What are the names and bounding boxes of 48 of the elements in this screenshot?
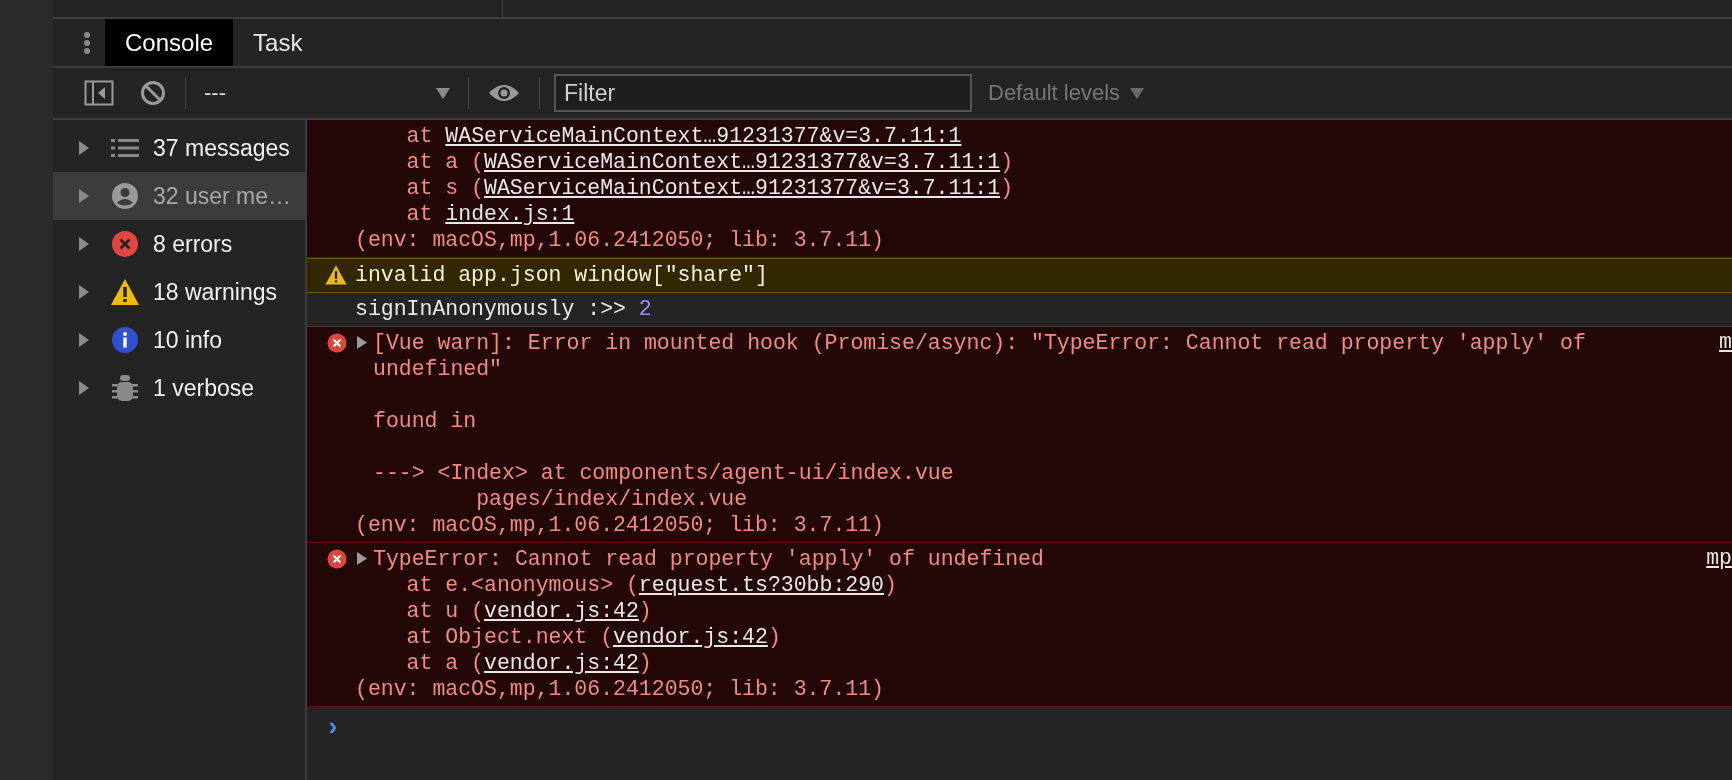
message-text: at a (vendor.js:42) — [405, 650, 652, 676]
message-text: [Vue warn]: Error in mounted hook (Promise/async): "TypeError: Cannot read property 'apply' of undefined" found in ---> <Index> at components/agent-ui/index.vue pages/index/index.vue — [373, 330, 1587, 512]
sidebar-toggle-icon[interactable] — [84, 80, 114, 106]
prompt-chevron: › — [325, 713, 341, 743]
context-dropdown[interactable]: --- — [192, 80, 462, 106]
expand-arrow-icon[interactable] — [357, 336, 367, 349]
expand-arrow-icon — [79, 381, 89, 395]
message-text: signInAnonymously :>> 2 — [355, 296, 652, 322]
message-text: at index.js:1 — [405, 201, 575, 227]
bug-icon — [112, 374, 138, 402]
sidebar-item[interactable]: 37 messages — [53, 124, 305, 172]
source-link[interactable]: mp — [1706, 546, 1732, 702]
message-text: (env: macOS,mp,1.06.2412050; lib: 3.7.11) — [355, 512, 884, 538]
clear-console-icon[interactable] — [140, 80, 166, 106]
filter-field[interactable]: Filter — [554, 74, 972, 112]
message-text: at u (vendor.js:42) — [405, 598, 652, 624]
caret-icon — [436, 87, 450, 99]
expand-arrow-icon — [79, 237, 89, 251]
eye-icon[interactable] — [488, 83, 520, 103]
sidebar-item[interactable]: 18 warnings — [53, 268, 305, 316]
more-options-icon[interactable] — [83, 30, 91, 55]
expand-arrow-icon — [79, 285, 89, 299]
sidebar-item[interactable]: 10 info — [53, 316, 305, 364]
source-link[interactable]: m — [1719, 330, 1732, 538]
sidebar-item[interactable]: 1 verbose — [53, 364, 305, 412]
sidebar-item[interactable]: 32 user me… — [53, 172, 305, 220]
message-text: TypeError: Cannot read property 'apply' of undefined — [373, 546, 1044, 572]
warning-icon — [110, 278, 140, 306]
message-text: at s (WAServiceMainContext…91231377&v=3.7.11:1) — [405, 175, 1014, 201]
message-text: (env: macOS,mp,1.06.2412050; lib: 3.7.11) — [355, 227, 884, 253]
caret-icon — [1130, 87, 1145, 99]
error-icon — [111, 230, 139, 258]
list-icon — [111, 138, 139, 158]
message-text: invalid app.json window["share"] — [355, 262, 768, 288]
expand-arrow-icon — [79, 141, 89, 155]
sidebar-item[interactable]: 8 errors — [53, 220, 305, 268]
expand-arrow-icon — [79, 189, 89, 203]
tab[interactable]: Task — [233, 19, 323, 66]
message-text: at e.<anonymous> (request.ts?30bb:290) — [405, 572, 897, 598]
message-text: at a (WAServiceMainContext…91231377&v=3.7.11:1) — [405, 149, 1014, 175]
user-icon — [111, 182, 139, 210]
expand-arrow-icon[interactable] — [357, 552, 367, 565]
info-icon — [111, 326, 139, 354]
message-text: at Object.next (vendor.js:42) — [405, 624, 781, 650]
message-text: (env: macOS,mp,1.06.2412050; lib: 3.7.11) — [355, 676, 884, 702]
message-text: at WAServiceMainContext…91231377&v=3.7.11:1 — [405, 123, 962, 149]
tab[interactable]: Console — [105, 19, 234, 66]
expand-arrow-icon — [79, 333, 89, 347]
